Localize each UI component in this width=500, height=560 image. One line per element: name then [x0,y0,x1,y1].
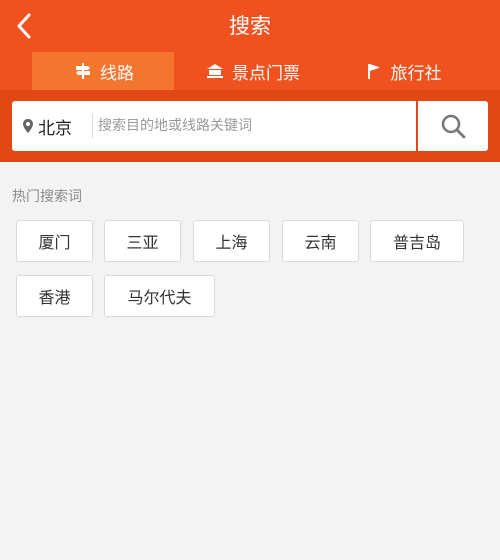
divider [92,114,93,138]
tab-travel-agency[interactable]: 旅行社 [352,52,452,90]
nav-bar: 搜索 [0,0,500,52]
hot-searches-title: 热门搜索词 [12,189,82,205]
city-label: 北京 [38,118,72,139]
tab-label: 线路 [100,63,134,84]
page-title: 搜索 [229,14,271,38]
tab-routes[interactable]: 线路 [32,52,174,90]
search-bar: 北京 [0,90,500,162]
hot-keyword-chip[interactable]: 三亚 [104,220,181,262]
search-button[interactable] [418,101,488,151]
hot-keyword-chip[interactable]: 上海 [193,220,270,262]
header: 搜索 线路 景点门票 旅行社 北京 搜索目的地或线路关键词 [0,0,500,162]
hot-keyword-chip[interactable]: 普吉岛 [370,220,464,262]
flag-icon [363,61,385,81]
hot-keyword-chip[interactable]: 云南 [282,220,359,262]
hot-keyword-chip[interactable]: 厦门 [16,220,93,262]
temple-icon [204,61,226,81]
hot-keyword-chip[interactable]: 香港 [16,275,93,317]
tab-label: 景点门票 [232,63,300,84]
city-selector[interactable]: 北京 [22,101,72,151]
tab-label: 旅行社 [390,63,442,84]
location-pin-icon [23,119,33,133]
search-icon [441,114,466,139]
search-box: 北京 [12,101,416,151]
hot-keyword-chip[interactable]: 马尔代夫 [104,275,215,317]
search-input[interactable] [98,109,408,143]
tab-bar: 线路 景点门票 旅行社 [0,52,500,90]
signpost-icon [72,61,94,81]
tab-attraction-tickets[interactable]: 景点门票 [194,52,310,90]
